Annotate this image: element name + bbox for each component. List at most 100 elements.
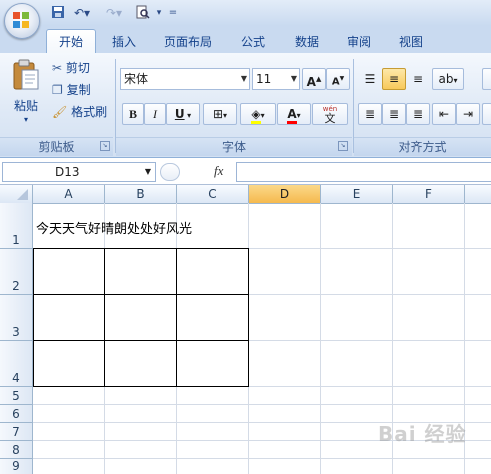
tab-page-layout[interactable]: 页面布局 xyxy=(154,31,222,53)
table-border xyxy=(33,294,249,295)
row-header-5[interactable]: 5 xyxy=(0,387,33,405)
align-middle-button[interactable]: ≡ xyxy=(382,68,406,90)
row-number: 6 xyxy=(12,407,20,421)
shrink-font-icon: A xyxy=(331,76,340,88)
name-box[interactable]: D13 ▼ xyxy=(2,162,156,182)
underline-button[interactable]: U ▾ xyxy=(166,103,200,125)
formula-input[interactable] xyxy=(236,162,491,182)
decrease-indent-icon: ⇤ xyxy=(438,107,450,121)
gridline xyxy=(33,404,491,405)
clipboard-group-label: 剪贴板 xyxy=(0,137,113,156)
font-size-value: 11 xyxy=(256,72,272,86)
redo-icon[interactable]: ↷▾ xyxy=(102,5,126,21)
font-name-value: 宋体 xyxy=(124,72,149,86)
formula-resize-handle[interactable] xyxy=(160,163,180,181)
print-preview-icon[interactable] xyxy=(134,5,152,21)
column-header-d[interactable]: D xyxy=(249,185,321,203)
italic-button[interactable]: I xyxy=(144,103,166,125)
tab-data[interactable]: 数据 xyxy=(286,31,328,53)
tab-view[interactable]: 视图 xyxy=(390,31,432,53)
decrease-indent-button[interactable]: ⇤ xyxy=(432,103,456,125)
column-header-c[interactable]: C xyxy=(177,185,249,203)
paste-dropdown-icon[interactable]: ▾ xyxy=(8,115,44,124)
format-painter-button[interactable]: 🖌 格式刷 xyxy=(52,103,112,121)
row-header-1[interactable]: 1 xyxy=(0,203,33,249)
chevron-down-icon[interactable]: ▼ xyxy=(145,163,151,181)
increase-indent-button[interactable]: ⇥ xyxy=(456,103,480,125)
row-header-7[interactable]: 7 xyxy=(0,423,33,441)
row-number: 9 xyxy=(12,459,20,473)
paint-bucket-icon: ◈ xyxy=(251,107,261,124)
customize-qat-icon[interactable]: = xyxy=(168,5,178,21)
shrink-font-button[interactable]: A▼ xyxy=(326,68,350,90)
clipboard-launcher-icon[interactable]: ↘ xyxy=(100,141,110,151)
tab-home[interactable]: 开始 xyxy=(46,29,96,55)
align-right-button[interactable]: ≣ xyxy=(406,103,430,125)
align-bottom-icon: ≡ xyxy=(412,72,424,86)
row-number: 5 xyxy=(12,389,20,403)
row-header-9[interactable]: 9 xyxy=(0,459,33,474)
align-top-button[interactable]: ☰ xyxy=(358,68,382,90)
row-number: 3 xyxy=(12,325,20,339)
column-header-b[interactable]: B xyxy=(105,185,177,203)
merge-button[interactable] xyxy=(482,68,491,90)
column-header-f[interactable]: F xyxy=(393,185,465,203)
align-middle-icon: ≡ xyxy=(388,72,400,86)
cut-button[interactable]: ✂ 剪切 xyxy=(52,59,112,77)
column-header-e[interactable]: E xyxy=(321,185,393,203)
column-header-a[interactable]: A xyxy=(33,185,105,203)
table-border xyxy=(248,248,249,387)
align-center-button[interactable]: ≣ xyxy=(382,103,406,125)
align-right-icon: ≣ xyxy=(412,107,424,121)
table-border xyxy=(33,340,249,341)
font-group-label: 字体 xyxy=(116,137,352,156)
insert-function-icon[interactable]: fx xyxy=(214,162,234,180)
chevron-down-icon[interactable]: ▼ xyxy=(241,69,247,89)
align-left-button[interactable]: ≣ xyxy=(358,103,382,125)
column-header-g[interactable] xyxy=(465,185,491,203)
row-number: 7 xyxy=(12,425,20,439)
borders-icon: ⊞ xyxy=(212,107,224,121)
table-border xyxy=(33,248,249,249)
cell-a1[interactable]: 今天天气好晴朗处处好风光 xyxy=(36,218,192,237)
align-left-icon: ≣ xyxy=(364,107,376,121)
chevron-down-icon[interactable]: ▾ xyxy=(154,5,164,21)
fill-color-button[interactable]: ◈▾ xyxy=(240,103,276,125)
chevron-down-icon[interactable]: ▼ xyxy=(291,69,297,89)
orientation-icon: ab xyxy=(438,72,454,86)
tab-review[interactable]: 审阅 xyxy=(338,31,380,53)
cut-label: 剪切 xyxy=(65,61,90,75)
align-bottom-button[interactable]: ≡ xyxy=(406,68,430,90)
tab-formulas[interactable]: 公式 xyxy=(232,31,274,53)
phonetic-guide-button[interactable]: wén 文 xyxy=(312,103,348,125)
format-painter-icon: 🖌 xyxy=(52,105,68,119)
watermark-logo: Bai 经验 xyxy=(378,422,467,446)
font-size-combo[interactable]: 11 ▼ xyxy=(252,68,300,90)
wrap-text-button[interactable] xyxy=(482,103,491,125)
scissors-icon: ✂ xyxy=(52,61,63,75)
undo-icon[interactable]: ↶▾ xyxy=(70,5,94,21)
name-box-value: D13 xyxy=(55,165,80,179)
orientation-button[interactable]: ab▾ xyxy=(432,68,464,90)
paste-button[interactable]: 粘贴 ▾ xyxy=(8,59,44,129)
copy-button[interactable]: ❐ 复制 xyxy=(52,81,112,99)
font-name-combo[interactable]: 宋体 ▼ xyxy=(120,68,250,90)
borders-button[interactable]: ⊞▾ xyxy=(203,103,237,125)
align-top-icon: ☰ xyxy=(364,72,376,86)
copy-label: 复制 xyxy=(66,83,91,97)
bold-button[interactable]: B xyxy=(122,103,144,125)
align-center-icon: ≣ xyxy=(388,107,400,121)
row-header-8[interactable]: 8 xyxy=(0,441,33,459)
increase-indent-icon: ⇥ xyxy=(462,107,474,121)
select-all-button[interactable] xyxy=(0,185,33,203)
font-color-button[interactable]: A▾ xyxy=(277,103,311,125)
row-header-2[interactable]: 2 xyxy=(0,249,33,295)
tab-insert[interactable]: 插入 xyxy=(104,31,144,53)
row-header-6[interactable]: 6 xyxy=(0,405,33,423)
font-launcher-icon[interactable]: ↘ xyxy=(338,141,348,151)
grow-font-button[interactable]: A▲ xyxy=(302,68,326,90)
save-icon[interactable] xyxy=(50,5,66,21)
alignment-group-label: 对齐方式 xyxy=(354,137,491,156)
row-header-3[interactable]: 3 xyxy=(0,295,33,341)
row-header-4[interactable]: 4 xyxy=(0,341,33,387)
